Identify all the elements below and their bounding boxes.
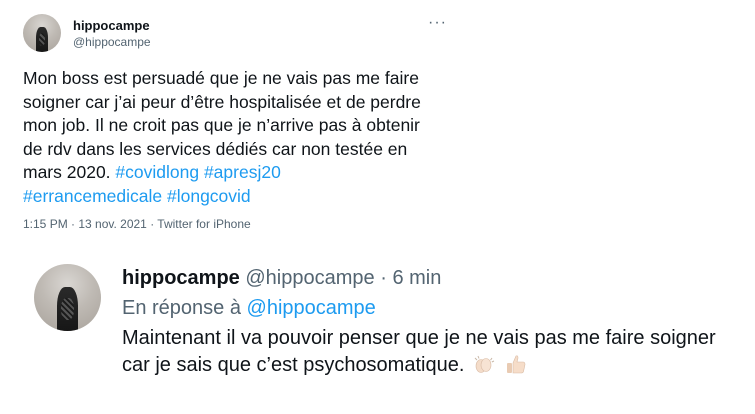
tweet-card[interactable]: hippocampe @hippocampe ··· Mon boss est … bbox=[0, 0, 456, 242]
reply-avatar[interactable] bbox=[34, 264, 101, 331]
reply-time[interactable]: 6 min bbox=[392, 267, 441, 289]
hashtag-link[interactable]: #errancemedicale bbox=[23, 186, 162, 206]
reply-header: hippocampe @hippocampe · 6 min bbox=[122, 267, 441, 290]
more-options-icon[interactable]: ··· bbox=[428, 14, 447, 32]
reply-display-name[interactable]: hippocampe bbox=[122, 267, 240, 289]
tweet-timestamp[interactable]: 1:15 PM · 13 nov. 2021 · Twitter for iPh… bbox=[23, 217, 251, 231]
hashtag-link[interactable]: #longcovid bbox=[167, 186, 251, 206]
separator-dot: · bbox=[380, 267, 387, 289]
hashtag-link[interactable]: #covidlong bbox=[115, 162, 199, 182]
in-reply-to: En réponse à @hippocampe bbox=[122, 297, 376, 320]
hashtag-link[interactable]: #apresj20 bbox=[204, 162, 281, 182]
clapping-hands-icon bbox=[474, 355, 495, 373]
tweet-text: Mon boss est persuadé que je ne vais pas… bbox=[23, 67, 435, 208]
thumbs-up-icon bbox=[506, 355, 525, 374]
in-reply-handle-link[interactable]: @hippocampe bbox=[247, 297, 376, 319]
reply-text: Maintenant il va pouvoir penser que je n… bbox=[122, 325, 742, 379]
display-name[interactable]: hippocampe bbox=[73, 18, 150, 33]
avatar[interactable] bbox=[23, 14, 61, 52]
user-handle[interactable]: @hippocampe bbox=[73, 35, 151, 49]
in-reply-prefix: En réponse à bbox=[122, 297, 247, 319]
reply-tweet[interactable]: hippocampe @hippocampe · 6 min En répons… bbox=[0, 250, 755, 414]
reply-handle[interactable]: @hippocampe bbox=[245, 267, 374, 289]
reply-text-content: Maintenant il va pouvoir penser que je n… bbox=[122, 327, 716, 376]
